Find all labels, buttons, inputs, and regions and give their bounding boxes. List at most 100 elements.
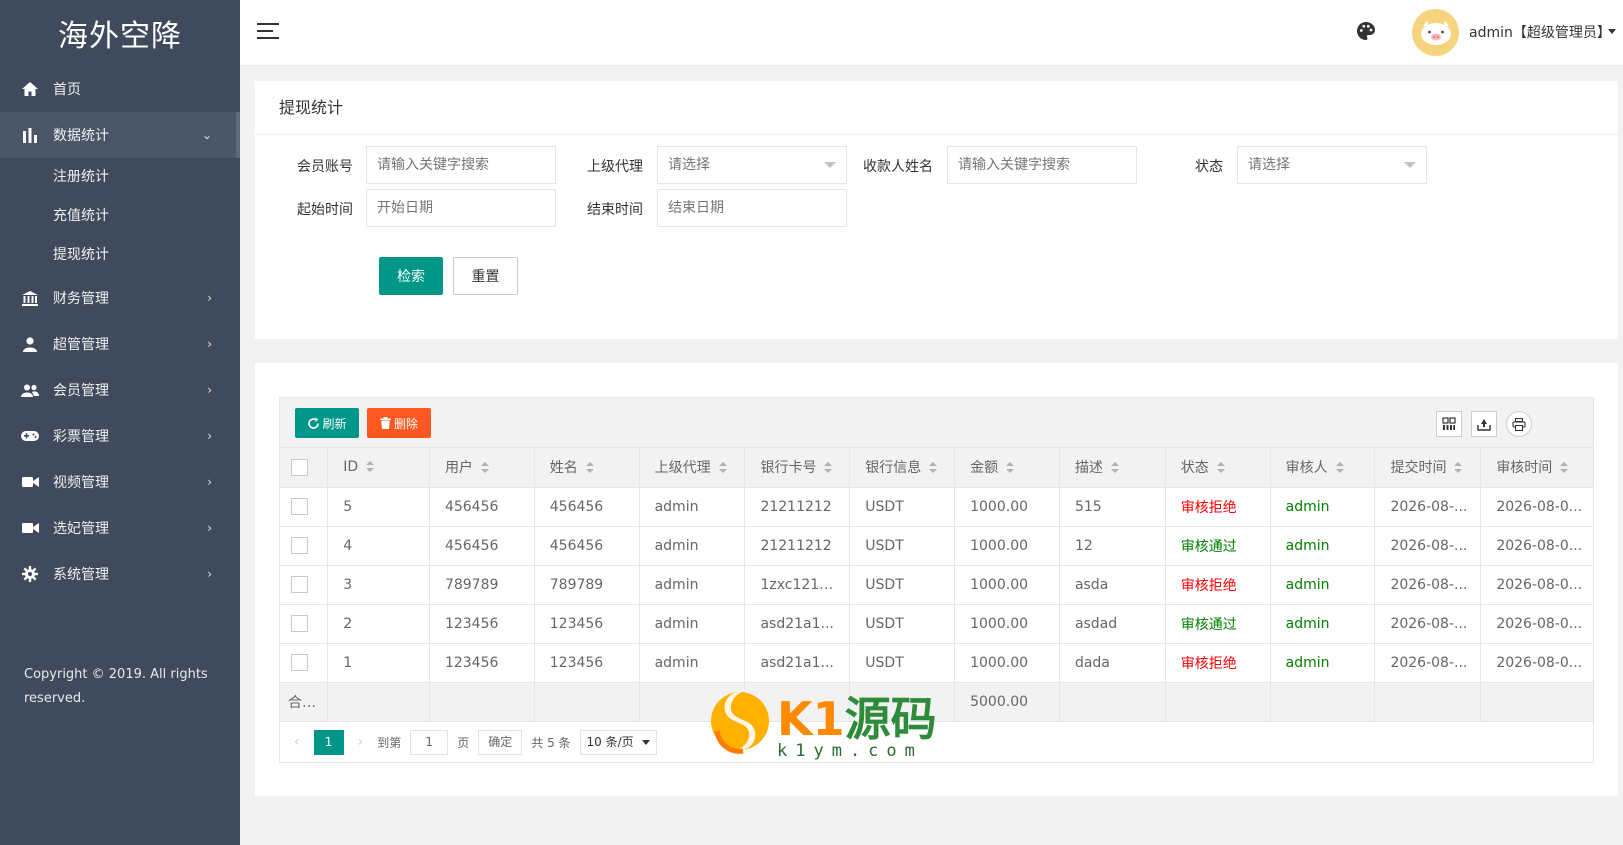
- sidebar-item-admin[interactable]: 超管管理 ›: [0, 321, 240, 367]
- watermark-logo: K1源码 k1ym.com: [709, 681, 937, 766]
- app-logo[interactable]: 海外空降: [0, 0, 240, 66]
- cell-status: 审核拒绝: [1165, 643, 1271, 683]
- column-header[interactable]: 银行信息: [849, 448, 956, 488]
- sidebar-item-lottery[interactable]: 彩票管理 ›: [0, 413, 240, 459]
- sidebar-item-system[interactable]: 系统管理 ›: [0, 551, 240, 597]
- table-row[interactable]: 1 123456 123456 admin asd21a1... USDT 1000.00 d…: [280, 643, 1593, 683]
- column-header[interactable]: 描述: [1059, 448, 1166, 488]
- next-page-icon[interactable]: ›: [358, 734, 364, 750]
- export-icon[interactable]: [1471, 411, 1497, 437]
- sort-icon[interactable]: [585, 462, 594, 474]
- column-header[interactable]: 上级代理: [639, 448, 746, 488]
- sort-icon[interactable]: [824, 462, 833, 474]
- cell-reviewer: admin: [1270, 565, 1376, 605]
- column-header[interactable]: 用户: [429, 448, 535, 488]
- row-select-cell[interactable]: [280, 565, 329, 605]
- column-header[interactable]: 审核时间: [1480, 448, 1593, 488]
- sort-icon[interactable]: [929, 462, 938, 474]
- start-date-input[interactable]: 开始日期: [366, 189, 556, 227]
- user-menu[interactable]: admin【超级管理员】: [1469, 22, 1611, 42]
- table-row[interactable]: 2 123456 123456 admin asd21a1... USDT 1000.00 a…: [280, 604, 1593, 644]
- cell-id: 3: [327, 565, 430, 605]
- cell-amount: 1000.00: [954, 487, 1060, 527]
- row-select-cell[interactable]: [280, 604, 329, 644]
- sort-icon[interactable]: [366, 461, 375, 473]
- reset-button[interactable]: 重置: [453, 257, 518, 295]
- sort-icon[interactable]: [1110, 462, 1119, 474]
- current-page-button[interactable]: 1: [313, 729, 344, 755]
- sidebar-subitem-recharge-stats[interactable]: 充值统计: [0, 197, 240, 236]
- column-header[interactable]: 审核人: [1270, 448, 1376, 488]
- sidebar-item-data-stats[interactable]: 数据统计 ⌄: [0, 112, 240, 158]
- sort-icon[interactable]: [1006, 462, 1015, 474]
- bar-chart-icon: [20, 125, 40, 145]
- delete-button[interactable]: 删除: [367, 408, 431, 438]
- sidebar-item-members[interactable]: 会员管理 ›: [0, 367, 240, 413]
- chevron-right-icon: ›: [207, 291, 212, 305]
- sort-icon[interactable]: [1216, 462, 1225, 474]
- row-checkbox[interactable]: [291, 654, 309, 671]
- column-header[interactable]: 金额: [954, 448, 1060, 488]
- cell-reviewer: admin: [1270, 643, 1376, 683]
- row-select-cell[interactable]: [280, 643, 329, 683]
- page-size-select[interactable]: 10 条/页: [579, 729, 657, 755]
- table-row[interactable]: 5 456456 456456 admin 21211212 USDT 1000.00 515…: [280, 487, 1593, 527]
- avatar[interactable]: [1412, 9, 1459, 56]
- sort-icon[interactable]: [1454, 462, 1463, 474]
- column-header[interactable]: 状态: [1165, 448, 1271, 488]
- total-empty-cell: [1270, 682, 1376, 722]
- cell-review-time: 2026-08-0...: [1480, 604, 1593, 644]
- sidebar-item-finance[interactable]: 财务管理 ›: [0, 275, 240, 321]
- goto-page-input[interactable]: 1: [410, 729, 449, 755]
- chevron-down-icon: ⌄: [201, 128, 212, 142]
- cell-card: 21211212: [744, 487, 851, 527]
- print-icon[interactable]: [1506, 411, 1532, 437]
- row-select-cell[interactable]: [280, 487, 329, 527]
- search-button[interactable]: 检索: [379, 257, 443, 295]
- menu-toggle-icon[interactable]: [257, 23, 279, 41]
- search-panel: 提现统计 会员账号 请输入关键字搜索 上级代理 请选择 收款人姓名 请输入关键字…: [255, 81, 1618, 339]
- row-checkbox[interactable]: [291, 576, 309, 593]
- column-header[interactable]: ID: [327, 448, 430, 488]
- user-icon: [20, 334, 40, 354]
- sidebar-item-video[interactable]: 视频管理 ›: [0, 459, 240, 505]
- columns-filter-icon[interactable]: [1436, 411, 1462, 437]
- member-account-input[interactable]: 请输入关键字搜索: [366, 146, 556, 184]
- row-select-cell[interactable]: [280, 526, 329, 566]
- sidebar-item-concubine[interactable]: 选妃管理 ›: [0, 505, 240, 551]
- table-row[interactable]: 4 456456 456456 admin 21211212 USDT 1000.00 12 审…: [280, 526, 1593, 566]
- cell-id: 1: [327, 643, 430, 683]
- row-checkbox[interactable]: [291, 615, 309, 632]
- sort-icon[interactable]: [480, 462, 489, 474]
- column-header[interactable]: 姓名: [534, 448, 640, 488]
- end-date-input[interactable]: 结束日期: [657, 189, 847, 227]
- row-checkbox[interactable]: [291, 537, 309, 554]
- payee-name-input[interactable]: 请输入关键字搜索: [947, 146, 1137, 184]
- table-row[interactable]: 3 789789 789789 admin 1zxc1212... USDT 1000.00…: [280, 565, 1593, 605]
- select-all-checkbox[interactable]: [291, 458, 309, 476]
- total-empty-cell: [327, 682, 430, 722]
- sidebar-item-label: 首页: [53, 82, 81, 98]
- column-header[interactable]: 提交时间: [1374, 448, 1482, 488]
- theme-palette-icon[interactable]: [1357, 22, 1377, 42]
- sort-icon[interactable]: [718, 462, 727, 474]
- sidebar-subitem-withdraw-stats[interactable]: 提现统计: [0, 236, 240, 275]
- status-select-value: 请选择: [1248, 157, 1290, 173]
- row-checkbox[interactable]: [291, 498, 309, 515]
- total-empty-cell: [1480, 682, 1593, 722]
- cell-amount: 1000.00: [954, 604, 1060, 644]
- refresh-button[interactable]: 刷新: [295, 408, 359, 438]
- goto-confirm-button[interactable]: 确定: [478, 729, 523, 755]
- prev-page-icon[interactable]: ‹: [294, 734, 300, 750]
- sort-icon[interactable]: [1560, 462, 1569, 474]
- parent-agent-select[interactable]: 请选择: [657, 146, 847, 184]
- cell-id: 2: [327, 604, 430, 644]
- sidebar-subitem-register-stats[interactable]: 注册统计: [0, 158, 240, 197]
- sidebar-item-label: 数据统计: [53, 128, 109, 144]
- status-select[interactable]: 请选择: [1237, 146, 1427, 184]
- sort-icon[interactable]: [1335, 462, 1344, 474]
- sidebar-item-home[interactable]: 首页: [0, 66, 240, 112]
- caret-down-icon[interactable]: [1608, 29, 1616, 34]
- select-all-cell[interactable]: [280, 448, 329, 488]
- column-header[interactable]: 银行卡号: [744, 448, 851, 488]
